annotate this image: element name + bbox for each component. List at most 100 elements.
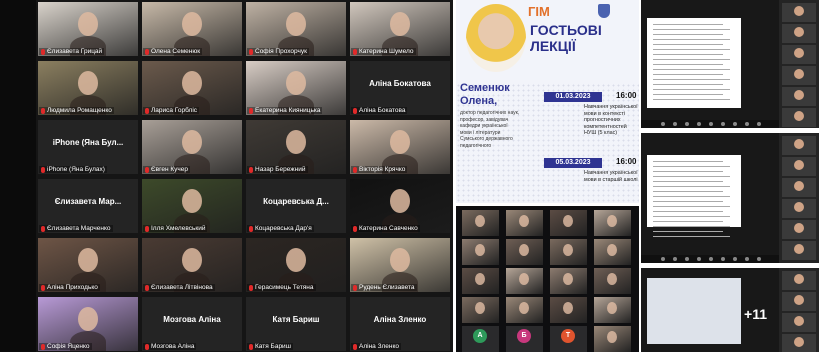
document-text-line: [653, 59, 730, 60]
participant-tile[interactable]: Вікторія Крячко: [350, 120, 450, 174]
side-participant-thumb[interactable]: [782, 271, 816, 290]
participant-tile[interactable]: Єлизавета Мар... Єлизавета Марченко: [38, 179, 138, 233]
side-participant-thumb[interactable]: [782, 3, 816, 22]
participant-tile[interactable]: Софія Яценко: [38, 297, 138, 351]
mini-participant-tile[interactable]: [506, 268, 543, 294]
document-text-line: [653, 221, 723, 222]
participant-tile[interactable]: Софія Прохорчук: [246, 2, 346, 56]
mini-participant-tile[interactable]: [594, 326, 631, 352]
side-participant-thumb[interactable]: [782, 313, 816, 332]
participant-tile[interactable]: Герасимець Тетяна: [246, 238, 346, 292]
participant-avatar: Б: [517, 329, 531, 343]
participant-face: [794, 111, 804, 121]
side-participant-thumb[interactable]: [782, 24, 816, 43]
toolbar-control-icon[interactable]: [709, 122, 713, 126]
document-text-line: [653, 206, 730, 207]
mini-participant-tile[interactable]: [462, 297, 499, 323]
participant-tile[interactable]: Єлизавета Грицай: [38, 2, 138, 56]
speaker-description: доктор педагогічних наук, професор, заві…: [460, 110, 520, 149]
document-text-line: [653, 166, 730, 167]
toolbar-control-icon[interactable]: [685, 122, 689, 126]
side-participant-thumb[interactable]: [782, 45, 816, 64]
participant-face: [794, 160, 804, 170]
shared-slide: [647, 155, 741, 237]
participant-face: [607, 302, 617, 314]
participant-tile[interactable]: Єлизавета Літвінова: [142, 238, 242, 292]
mini-participant-tile[interactable]: [462, 239, 499, 265]
participant-tile[interactable]: Аліна Приходько: [38, 238, 138, 292]
participant-tile[interactable]: Катерина Шумело: [350, 2, 450, 56]
mini-participant-tile[interactable]: [506, 210, 543, 236]
participant-tile[interactable]: Лариса Горбліс: [142, 61, 242, 115]
mini-participant-tile[interactable]: [462, 268, 499, 294]
mic-muted-icon: [41, 343, 45, 350]
mini-participant-tile[interactable]: [550, 210, 587, 236]
toolbar-control-icon[interactable]: [697, 122, 701, 126]
participant-tile[interactable]: Людмила Ромащенко: [38, 61, 138, 115]
participant-tile[interactable]: Катя Бариш Катя Бариш: [246, 297, 346, 351]
participant-name: Лариса Горбліс: [151, 107, 198, 114]
side-participant-thumb[interactable]: [782, 136, 816, 155]
mini-participant-tile[interactable]: [594, 297, 631, 323]
toolbar-control-icon[interactable]: [745, 122, 749, 126]
side-participant-thumb[interactable]: [782, 292, 816, 311]
mini-participant-tile[interactable]: [594, 268, 631, 294]
more-participants-count[interactable]: +11: [744, 306, 767, 322]
side-participant-thumb[interactable]: [782, 87, 816, 106]
participant-name: Людмила Ромащенко: [47, 107, 112, 114]
participant-tile[interactable]: Коцаревська Д... Коцаревська Дар'я: [246, 179, 346, 233]
mini-participant-tile[interactable]: [594, 210, 631, 236]
mic-muted-icon: [353, 107, 357, 114]
toolbar-control-icon[interactable]: [733, 122, 737, 126]
toolbar-control-icon[interactable]: [757, 257, 761, 261]
toolbar-control-icon[interactable]: [721, 122, 725, 126]
participant-face: [78, 12, 98, 36]
mini-participant-tile[interactable]: [506, 239, 543, 265]
side-participant-thumb[interactable]: [782, 241, 816, 260]
mini-participant-tile[interactable]: [594, 239, 631, 265]
mini-participant-tile[interactable]: [550, 239, 587, 265]
toolbar-control-icon[interactable]: [661, 122, 665, 126]
mini-participant-tile[interactable]: А: [462, 326, 499, 352]
participant-face: [286, 71, 306, 95]
toolbar-control-icon[interactable]: [697, 257, 701, 261]
toolbar-control-icon[interactable]: [661, 257, 665, 261]
participant-name-label: Ілля Хмелевський: [143, 225, 208, 232]
participant-tile[interactable]: iPhone (Яна Бул... iPhone (Яна Булах): [38, 120, 138, 174]
side-participant-thumb[interactable]: [782, 157, 816, 176]
participant-face: [794, 337, 804, 347]
mini-participant-tile[interactable]: [506, 297, 543, 323]
toolbar-control-icon[interactable]: [709, 257, 713, 261]
mini-participant-tile[interactable]: [550, 268, 587, 294]
side-participant-thumb[interactable]: [782, 108, 816, 127]
participant-tile[interactable]: Ілля Хмелевський: [142, 179, 242, 233]
toolbar-control-icon[interactable]: [673, 122, 677, 126]
side-participant-thumb[interactable]: [782, 178, 816, 197]
side-participant-thumb[interactable]: [782, 199, 816, 218]
participant-name: Єлизавета Літвінова: [151, 284, 213, 291]
mini-participant-tile[interactable]: Т: [550, 326, 587, 352]
participant-tile[interactable]: Аліна Бокатова Аліна Бокатова: [350, 61, 450, 115]
mini-participant-tile[interactable]: Б: [506, 326, 543, 352]
side-participant-thumb[interactable]: [782, 66, 816, 85]
participant-tile[interactable]: Рудень Єлизавета: [350, 238, 450, 292]
side-participant-thumb[interactable]: [782, 220, 816, 239]
participant-face: [794, 316, 804, 326]
toolbar-control-icon[interactable]: [685, 257, 689, 261]
toolbar-control-icon[interactable]: [721, 257, 725, 261]
participant-tile[interactable]: Катерина Савченко: [350, 179, 450, 233]
side-participant-thumb[interactable]: [782, 334, 816, 352]
event-date-2: 05.03.2023: [544, 158, 602, 168]
participant-tile[interactable]: Назар Бережний: [246, 120, 346, 174]
participant-tile[interactable]: Аліна Зленко Аліна Зленко: [350, 297, 450, 351]
participant-tile[interactable]: Мозгова Аліна Мозгова Аліна: [142, 297, 242, 351]
participant-tile[interactable]: Екатерина Кияницька: [246, 61, 346, 115]
toolbar-control-icon[interactable]: [673, 257, 677, 261]
participant-tile[interactable]: Олена Семенюк: [142, 2, 242, 56]
participant-tile[interactable]: Євген Кучер: [142, 120, 242, 174]
toolbar-control-icon[interactable]: [745, 257, 749, 261]
toolbar-control-icon[interactable]: [733, 257, 737, 261]
mini-participant-tile[interactable]: [462, 210, 499, 236]
mini-participant-tile[interactable]: [550, 297, 587, 323]
toolbar-control-icon[interactable]: [757, 122, 761, 126]
